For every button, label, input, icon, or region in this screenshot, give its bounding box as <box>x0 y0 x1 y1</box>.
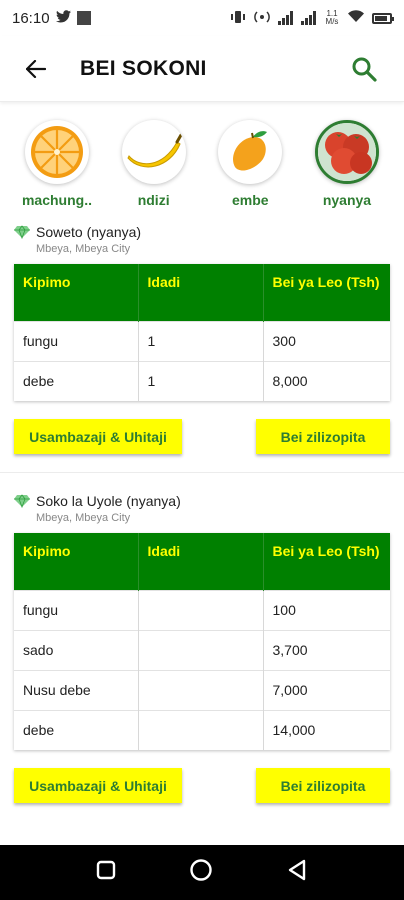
market-location: Mbeya, Mbeya City <box>36 512 131 524</box>
category-label: ndizi <box>137 192 170 208</box>
home-icon <box>190 859 212 881</box>
market-name: Soweto (nyanya) <box>36 224 142 240</box>
net-speed: 1.1 M/s <box>325 9 339 26</box>
cell-quantity: 1 <box>137 360 263 401</box>
back-arrow-icon <box>26 59 46 78</box>
signal-icon-2 <box>301 11 316 25</box>
status-bar: 16:10 1.1 M/s <box>0 0 404 36</box>
system-nav-bar <box>0 845 404 900</box>
cell-price: 3,700 <box>262 629 390 670</box>
cell-unit: debe <box>14 360 138 401</box>
back-button[interactable] <box>20 53 52 85</box>
category-item-machungwa[interactable]: machung.. <box>14 120 100 224</box>
nav-back-button[interactable] <box>286 859 308 886</box>
table-row: sado 3,700 <box>14 629 390 670</box>
status-time: 16:10 <box>12 9 50 27</box>
hotspot-icon <box>254 10 270 27</box>
category-list: machung.. ndizi embe nyanya <box>0 102 404 224</box>
table-row: fungu 100 <box>14 589 390 630</box>
cell-quantity: 1 <box>137 320 263 361</box>
price-table: Kipimo Idadi Bei ya Leo (Tsh) fungu 1 30… <box>14 264 390 401</box>
battery-icon <box>372 12 394 24</box>
cell-quantity <box>137 629 263 670</box>
orange-icon <box>25 120 89 184</box>
back-triangle-icon <box>288 859 305 881</box>
column-header: Bei ya Leo (Tsh) <box>262 533 390 590</box>
table-row: debe 1 8,000 <box>14 360 390 401</box>
supply-demand-button[interactable]: Usambazaji & Uhitaji <box>14 768 182 803</box>
cell-quantity <box>137 669 263 710</box>
price-table: Kipimo Idadi Bei ya Leo (Tsh) fungu 100 … <box>14 533 390 750</box>
tomato-icon <box>314 120 379 184</box>
recents-icon <box>97 860 116 880</box>
twitter-icon <box>55 10 71 26</box>
home-button[interactable] <box>189 858 213 887</box>
cell-price: 8,000 <box>262 360 390 401</box>
table-row: debe 14,000 <box>14 709 390 750</box>
category-item-ndizi[interactable]: ndizi <box>111 120 197 224</box>
past-prices-button[interactable]: Bei zilizopita <box>256 768 390 803</box>
supply-demand-button[interactable]: Usambazaji & Uhitaji <box>14 419 182 454</box>
cell-quantity <box>137 589 263 630</box>
search-button[interactable] <box>346 51 382 87</box>
cell-unit: debe <box>14 709 138 750</box>
vibrate-icon <box>230 10 246 27</box>
diamond-icon <box>14 225 30 239</box>
banana-icon <box>121 120 186 184</box>
cell-unit: fungu <box>14 320 138 361</box>
column-header: Idadi <box>137 533 263 590</box>
cell-unit: Nusu debe <box>14 669 138 710</box>
category-item-embe[interactable]: embe <box>207 120 293 224</box>
signal-icon-1 <box>278 11 293 25</box>
cell-price: 300 <box>262 320 390 361</box>
cell-unit: sado <box>14 629 138 670</box>
category-item-nyanya[interactable]: nyanya <box>304 120 390 224</box>
mango-icon <box>218 120 283 184</box>
app-bar: BEI SOKONI <box>0 36 404 102</box>
column-header: Kipimo <box>14 533 138 590</box>
page-title: BEI SOKONI <box>80 56 207 80</box>
cell-unit: fungu <box>14 589 138 630</box>
recents-button[interactable] <box>96 860 116 885</box>
market-card-1: Soweto (nyanya) Mbeya, Mbeya City Kipimo… <box>0 224 404 454</box>
past-prices-button[interactable]: Bei zilizopita <box>256 419 390 454</box>
table-row: Nusu debe 7,000 <box>14 669 390 710</box>
cell-price: 100 <box>262 589 390 630</box>
market-name: Soko la Uyole (nyanya) <box>36 493 181 509</box>
cell-quantity <box>137 709 263 750</box>
search-icon <box>352 57 377 82</box>
notification-square-icon <box>76 11 91 25</box>
column-header: Idadi <box>137 264 263 321</box>
table-row: fungu 1 300 <box>14 320 390 361</box>
category-label: nyanya <box>322 192 372 208</box>
divider <box>0 472 404 473</box>
market-card-2: Soko la Uyole (nyanya) Mbeya, Mbeya City… <box>0 493 404 803</box>
category-label: embe <box>232 192 269 208</box>
market-location: Mbeya, Mbeya City <box>36 243 131 255</box>
cell-price: 7,000 <box>262 669 390 710</box>
diamond-icon <box>14 494 30 508</box>
wifi-icon <box>348 10 364 26</box>
category-label: machung.. <box>21 192 92 208</box>
column-header: Kipimo <box>14 264 138 321</box>
column-header: Bei ya Leo (Tsh) <box>262 264 390 321</box>
cell-price: 14,000 <box>262 709 390 750</box>
